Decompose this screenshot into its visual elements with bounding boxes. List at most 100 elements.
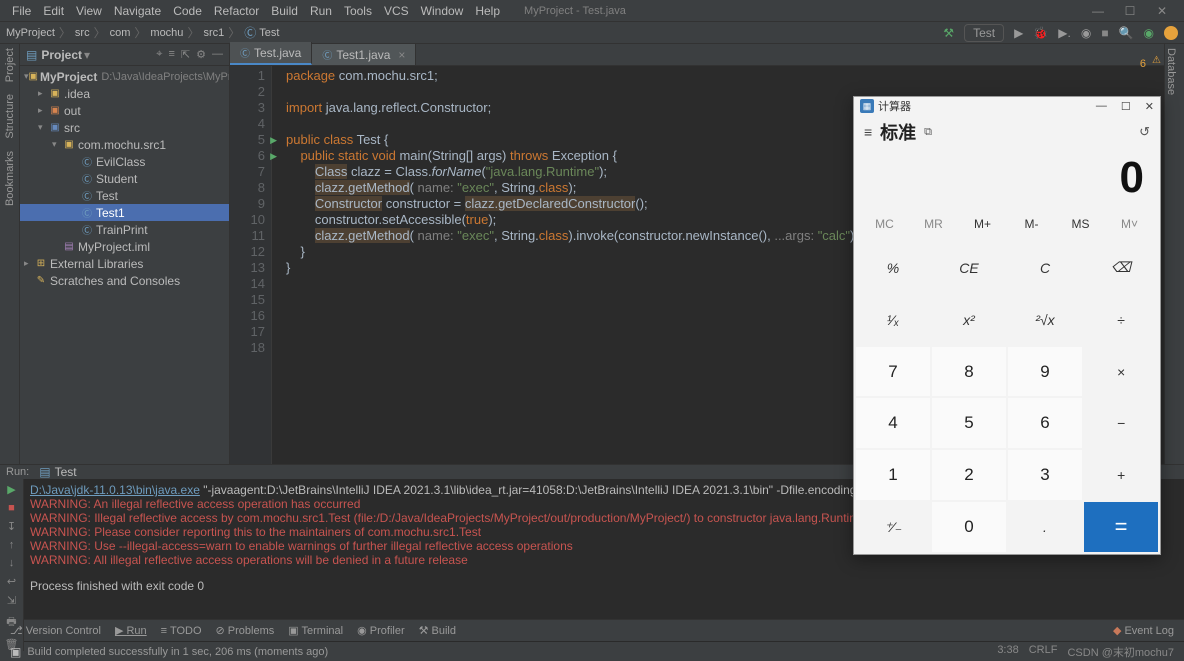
calc-key-7[interactable]: 7 xyxy=(856,347,930,397)
gutter[interactable]: 1234 5▶ 6▶ 789101112131415161718 xyxy=(230,66,272,464)
calc-key-9[interactable]: 9 xyxy=(1008,347,1082,397)
history-icon[interactable]: ↺ xyxy=(1139,124,1150,140)
structure-tool-button[interactable]: Structure xyxy=(4,94,16,139)
warning-icon[interactable]: ⚠ xyxy=(1152,55,1164,67)
expand-all-icon[interactable]: ≡ xyxy=(168,48,174,61)
calc-minimize-icon[interactable]: — xyxy=(1096,100,1107,113)
project-tool-button[interactable]: Project xyxy=(4,48,16,82)
calc-key-5[interactable]: 5 xyxy=(932,398,1006,448)
calc-key-÷[interactable]: ÷ xyxy=(1084,295,1158,345)
caret-pos[interactable]: 3:38 xyxy=(997,644,1018,660)
calc-key-3[interactable]: 3 xyxy=(1008,450,1082,500)
stop-icon[interactable]: ■ xyxy=(1101,26,1108,40)
profile-icon[interactable]: ◉ xyxy=(1081,26,1091,40)
hamburger-icon[interactable]: ≡ xyxy=(864,124,872,140)
calc-key-0[interactable]: 0 xyxy=(932,502,1006,552)
run-button[interactable]: ▶ Run xyxy=(115,624,147,637)
avatar-icon[interactable] xyxy=(1164,26,1178,40)
calculator-window[interactable]: ▦ 计算器 — ☐ ✕ ≡ 标准 ⧉ ↺ 0 MC MR M+ M- MS M˅… xyxy=(853,96,1161,555)
calc-close-icon[interactable]: ✕ xyxy=(1145,100,1154,113)
vcs-button[interactable]: ⎇ Version Control xyxy=(10,624,101,637)
menu-tools[interactable]: Tools xyxy=(338,4,378,18)
crumb-test[interactable]: Test xyxy=(259,27,279,39)
eventlog-button[interactable]: ◆ Event Log xyxy=(1113,624,1174,637)
crumb-project[interactable]: MyProject xyxy=(6,27,55,39)
calc-key-6[interactable]: 6 xyxy=(1008,398,1082,448)
coverage-icon[interactable]: ▶. xyxy=(1058,26,1071,40)
select-opened-icon[interactable]: ⌖ xyxy=(156,48,162,61)
run-tab[interactable]: Test xyxy=(55,465,77,479)
calc-key-1[interactable]: 1 xyxy=(856,450,930,500)
calc-key-+[interactable]: + xyxy=(1084,450,1158,500)
run-config-select[interactable]: Test xyxy=(964,24,1004,42)
calc-key-.[interactable]: . xyxy=(1008,502,1082,552)
menu-help[interactable]: Help xyxy=(469,4,506,18)
calc-maximize-icon[interactable]: ☐ xyxy=(1121,100,1131,113)
toolwindow-icon[interactable]: ▣ xyxy=(10,645,21,659)
calc-key-×[interactable]: × xyxy=(1084,347,1158,397)
crumb-com[interactable]: com xyxy=(110,27,131,39)
run-gutter-icon[interactable]: ▶ xyxy=(270,148,277,164)
calc-key-−[interactable]: − xyxy=(1084,398,1158,448)
calc-key-=[interactable]: = xyxy=(1084,502,1158,552)
calc-titlebar[interactable]: ▦ 计算器 — ☐ ✕ xyxy=(854,97,1160,115)
menu-run[interactable]: Run xyxy=(304,4,338,18)
close-icon[interactable]: ✕ xyxy=(1146,4,1178,18)
menu-edit[interactable]: Edit xyxy=(37,4,70,18)
calc-mv[interactable]: M˅ xyxy=(1105,217,1154,241)
tab-test-java[interactable]: ⒸTest.java xyxy=(230,42,312,65)
crumb-src[interactable]: src xyxy=(75,27,90,39)
profiler-button[interactable]: ◉ Profiler xyxy=(357,624,405,637)
build-icon[interactable]: ⚒ xyxy=(943,26,954,40)
line-sep[interactable]: CRLF xyxy=(1029,644,1058,660)
search-icon[interactable]: 🔍 xyxy=(1119,26,1134,40)
calc-key-⌫[interactable]: ⌫ xyxy=(1084,243,1158,293)
calc-key-¹⁄ₓ[interactable]: ¹⁄ₓ xyxy=(856,295,930,345)
tab-test1-java[interactable]: ⒸTest1.java× xyxy=(312,44,416,65)
crumb-src1[interactable]: src1 xyxy=(203,27,224,39)
calc-key-2[interactable]: 2 xyxy=(932,450,1006,500)
calc-key-C[interactable]: C xyxy=(1008,243,1082,293)
project-tree[interactable]: ▾▣MyProjectD:\Java\IdeaProjects\MyProjec… xyxy=(20,66,229,464)
menu-refactor[interactable]: Refactor xyxy=(208,4,265,18)
menu-window[interactable]: Window xyxy=(415,4,470,18)
hide-icon[interactable]: — xyxy=(212,48,223,61)
menu-navigate[interactable]: Navigate xyxy=(108,4,167,18)
menu-file[interactable]: File xyxy=(6,4,37,18)
minimize-icon[interactable]: — xyxy=(1082,4,1114,18)
terminal-button[interactable]: ▣ Terminal xyxy=(288,624,343,637)
calc-mminus[interactable]: M- xyxy=(1007,217,1056,241)
calc-key-CE[interactable]: CE xyxy=(932,243,1006,293)
up-icon[interactable]: ↑ xyxy=(9,539,15,551)
menu-vcs[interactable]: VCS xyxy=(378,4,415,18)
calc-key-%[interactable]: % xyxy=(856,243,930,293)
calc-mplus[interactable]: M+ xyxy=(958,217,1007,241)
softwrap-icon[interactable]: ↩ xyxy=(7,575,16,588)
calc-key-²√x[interactable]: ²√x xyxy=(1008,295,1082,345)
menu-build[interactable]: Build xyxy=(265,4,304,18)
debug-icon[interactable]: 🐞 xyxy=(1033,26,1048,40)
menu-code[interactable]: Code xyxy=(167,4,208,18)
scroll-icon[interactable]: ⇲ xyxy=(7,594,16,607)
run-gutter-icon[interactable]: ▶ xyxy=(270,132,277,148)
menu-view[interactable]: View xyxy=(70,4,108,18)
todo-button[interactable]: ≡ TODO xyxy=(161,625,202,637)
calc-key-8[interactable]: 8 xyxy=(932,347,1006,397)
exit-icon[interactable]: ↧ xyxy=(7,520,16,533)
build-button[interactable]: ⚒ Build xyxy=(419,624,456,637)
calc-mr[interactable]: MR xyxy=(909,217,958,241)
settings-icon[interactable]: ⚙ xyxy=(196,48,206,61)
calc-mc[interactable]: MC xyxy=(860,217,909,241)
crumb-mochu[interactable]: mochu xyxy=(150,27,183,39)
calc-key-4[interactable]: 4 xyxy=(856,398,930,448)
collapse-all-icon[interactable]: ⇱ xyxy=(181,48,190,61)
stop-icon[interactable]: ■ xyxy=(8,502,15,514)
calc-key-x²[interactable]: x² xyxy=(932,295,1006,345)
run-icon[interactable]: ▶ xyxy=(1014,26,1023,40)
maximize-icon[interactable]: ☐ xyxy=(1114,4,1146,18)
calc-ms[interactable]: MS xyxy=(1056,217,1105,241)
ide-icon[interactable]: ◉ xyxy=(1144,26,1154,40)
database-tool-button[interactable]: Database xyxy=(1165,48,1177,95)
bookmarks-tool-button[interactable]: Bookmarks xyxy=(4,151,16,206)
down-icon[interactable]: ↓ xyxy=(9,557,15,569)
